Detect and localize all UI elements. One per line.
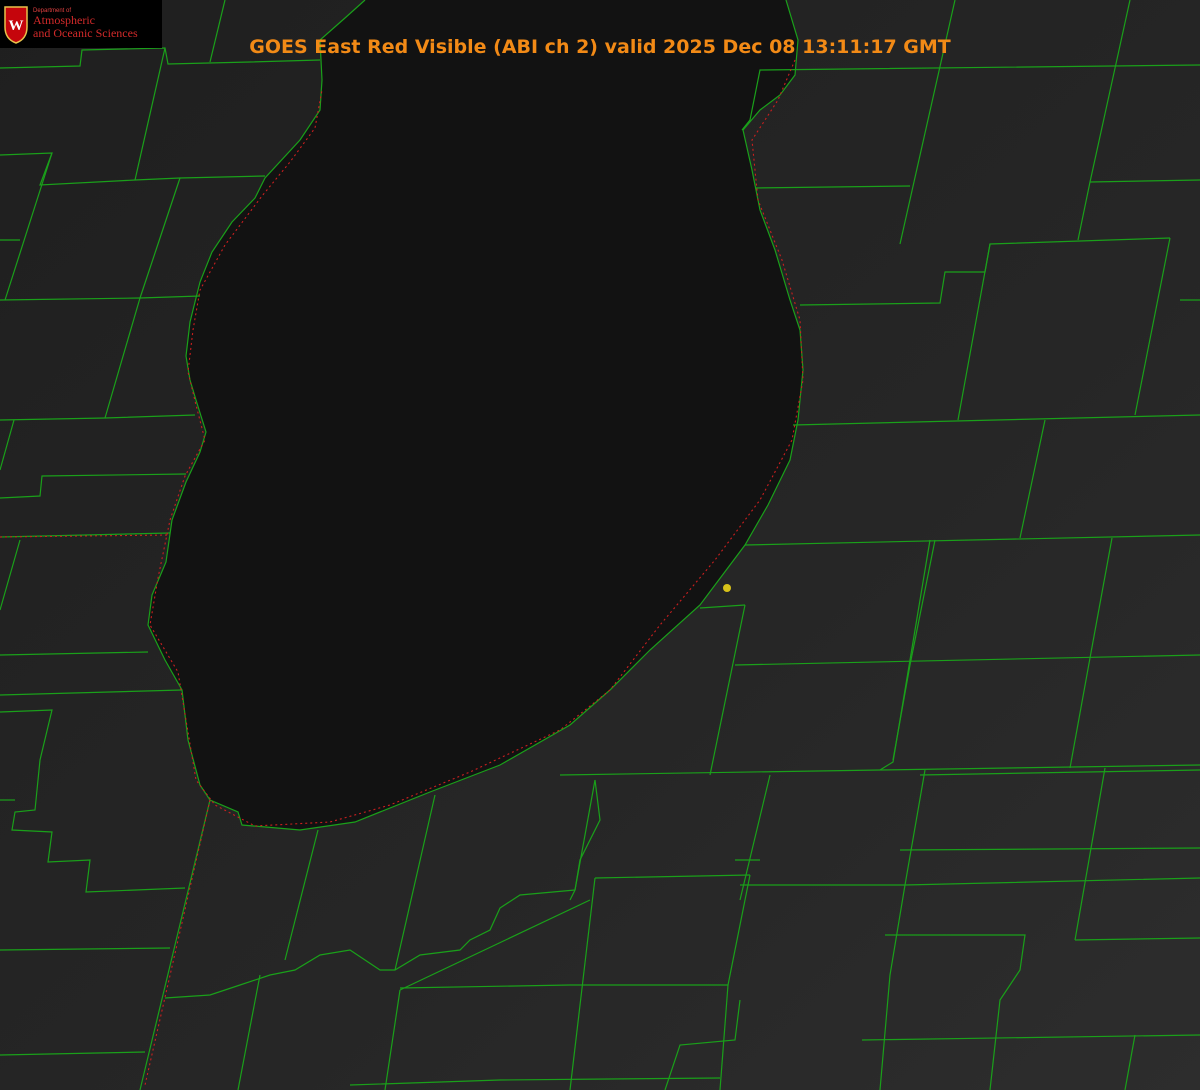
svg-text:W: W	[9, 18, 24, 34]
image-title: GOES East Red Visible (ABI ch 2) valid 2…	[249, 36, 951, 58]
location-marker	[723, 584, 731, 592]
satellite-map	[0, 0, 1200, 1090]
